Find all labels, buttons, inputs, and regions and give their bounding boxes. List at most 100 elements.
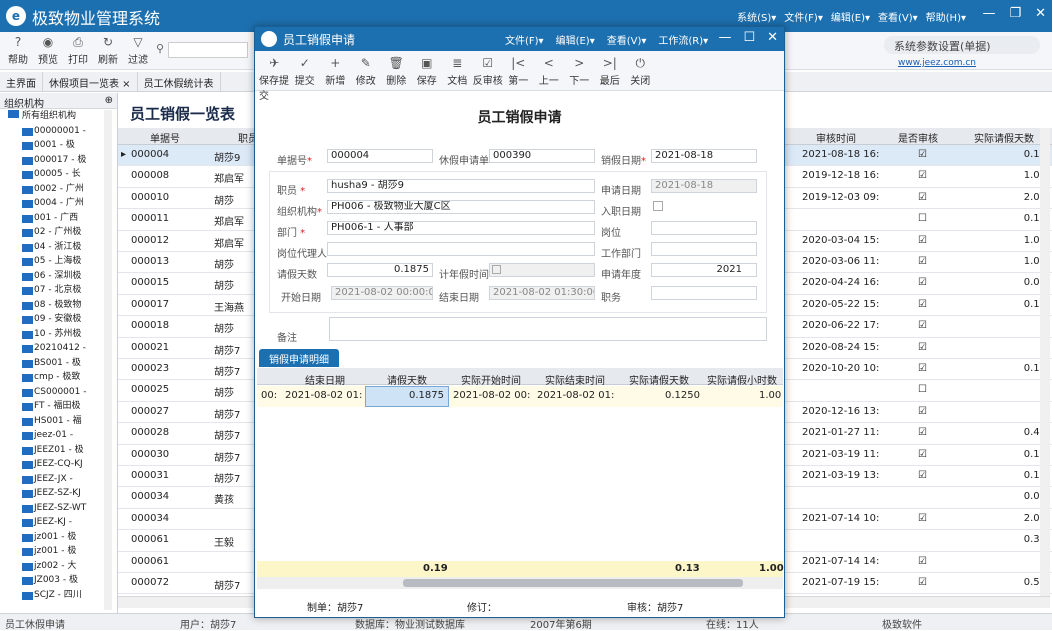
tree-item[interactable]: 04 - 浙江极 bbox=[0, 240, 117, 255]
save-submit-button[interactable]: ✈ 保存提交 bbox=[259, 56, 290, 102]
tree-item[interactable]: 00000001 - bbox=[0, 124, 117, 139]
apply-year-field[interactable]: 2021 bbox=[651, 263, 757, 277]
dialog-menu-workflow[interactable]: 工作流(R)▾ bbox=[658, 32, 708, 47]
cell-chk[interactable]: ☑ bbox=[918, 342, 927, 353]
tree-item[interactable]: SCJZ - 四川 bbox=[0, 588, 117, 603]
tree-item[interactable]: HS001 - 福 bbox=[0, 414, 117, 429]
cell-chk[interactable]: ☑ bbox=[918, 170, 927, 181]
dialog-maximize-icon[interactable]: ☐ bbox=[743, 30, 755, 45]
filter-button[interactable]: ▽ 过滤 bbox=[123, 35, 153, 66]
print-button[interactable]: ⎙ 打印 bbox=[63, 35, 93, 66]
tree-item[interactable]: 001 - 广西 bbox=[0, 211, 117, 226]
system-settings-button[interactable]: 系统参数设置(单据) bbox=[884, 36, 1040, 54]
tree-item[interactable]: 06 - 深圳极 bbox=[0, 269, 117, 284]
tree-item[interactable]: 0004 - 广州 bbox=[0, 196, 117, 211]
cell-chk[interactable]: ☑ bbox=[918, 449, 927, 460]
tree-item[interactable]: jz001 - 极 bbox=[0, 530, 117, 545]
cell-chk[interactable]: ☑ bbox=[918, 556, 927, 567]
document-button[interactable]: ≣ 文档 bbox=[442, 56, 473, 102]
dialog-menu-file[interactable]: 文件(F)▾ bbox=[505, 32, 544, 47]
leave-no-field[interactable]: 000390 bbox=[489, 149, 595, 163]
refresh-button[interactable]: ↻ 刷新 bbox=[93, 35, 123, 66]
tree-item[interactable]: jz002 - 大 bbox=[0, 559, 117, 574]
cell-chk[interactable]: ☑ bbox=[918, 470, 927, 481]
col-actual-start[interactable]: 实际开始时间 bbox=[461, 372, 521, 387]
tree-item[interactable]: 10 - 苏州极 bbox=[0, 327, 117, 342]
dialog-minimize-icon[interactable]: — bbox=[718, 30, 731, 45]
tree-item[interactable]: 0002 - 广州 bbox=[0, 182, 117, 197]
close-icon[interactable]: ✕ bbox=[1035, 6, 1046, 21]
cell-chk[interactable]: ☑ bbox=[918, 299, 927, 310]
tree-item[interactable]: cmp - 极致 bbox=[0, 370, 117, 385]
next-button[interactable]: > 下一 bbox=[564, 56, 595, 102]
cell-chk[interactable]: ☑ bbox=[918, 192, 927, 203]
col-actual-end[interactable]: 实际结束时间 bbox=[545, 372, 605, 387]
cell-chk[interactable]: ☑ bbox=[918, 235, 927, 246]
col-doc-no[interactable]: 单据号 bbox=[150, 130, 180, 145]
tree-item[interactable]: JEEZ-SZ-WT bbox=[0, 501, 117, 516]
new-button[interactable]: + 新增 bbox=[320, 56, 351, 102]
tree-item[interactable]: 05 - 上海极 bbox=[0, 254, 117, 269]
tab-home[interactable]: 主界面 bbox=[0, 72, 43, 91]
cell-chk[interactable]: ☑ bbox=[918, 320, 927, 331]
join-date-checkbox[interactable] bbox=[653, 201, 663, 211]
tree-item[interactable]: JEEZ-CQ-KJ bbox=[0, 457, 117, 472]
edit-button[interactable]: ✎ 修改 bbox=[351, 56, 382, 102]
tree-item[interactable]: FT - 福田极 bbox=[0, 399, 117, 414]
submit-button[interactable]: ✓ 提交 bbox=[290, 56, 321, 102]
col-audit-time[interactable]: 审核时间 bbox=[816, 130, 856, 145]
duty-field[interactable] bbox=[651, 286, 757, 300]
doc-no-field[interactable]: 000004 bbox=[327, 149, 433, 163]
pin-icon[interactable]: ⊕ bbox=[105, 95, 113, 106]
org-field[interactable]: PH006 - 极致物业大厦C区 bbox=[327, 200, 595, 214]
menu-file[interactable]: 文件(F)▾ bbox=[784, 9, 823, 24]
annual-leave-checkbox[interactable] bbox=[492, 265, 501, 274]
unaudit-button[interactable]: ☑ 反审核 bbox=[473, 56, 504, 102]
detail-row[interactable]: 00: 2021-08-02 01: 0.1875 2021-08-02 00:… bbox=[257, 386, 783, 407]
tree-item[interactable]: 0001 - 极 bbox=[0, 138, 117, 153]
tree-item[interactable]: 07 - 北京极 bbox=[0, 283, 117, 298]
tree-item[interactable]: 20210412 - bbox=[0, 341, 117, 356]
help-button[interactable]: ? 帮助 bbox=[3, 35, 33, 66]
tree-item[interactable]: jz001 - 极 bbox=[0, 544, 117, 559]
tree-item[interactable]: 02 - 广州极 bbox=[0, 225, 117, 240]
agent-field[interactable] bbox=[327, 242, 595, 256]
dialog-menu-edit[interactable]: 编辑(E)▾ bbox=[556, 32, 595, 47]
close-button[interactable]: ⏻ 关闭 bbox=[625, 56, 656, 102]
tree-item[interactable]: JZ003 - 极 bbox=[0, 573, 117, 588]
org-tree-scrollbar[interactable] bbox=[104, 110, 112, 610]
remark-field[interactable] bbox=[329, 317, 767, 341]
tree-item[interactable]: jeez-01 - bbox=[0, 428, 117, 443]
prev-button[interactable]: < 上一 bbox=[534, 56, 565, 102]
post-field[interactable] bbox=[651, 221, 757, 235]
dialog-close-icon[interactable]: ✕ bbox=[767, 30, 778, 45]
col-actual-days[interactable]: 实际请假天数 bbox=[629, 372, 689, 387]
tree-item[interactable]: 000017 - 极 bbox=[0, 153, 117, 168]
menu-edit[interactable]: 编辑(E)▾ bbox=[831, 9, 870, 24]
search-input[interactable] bbox=[168, 42, 248, 58]
delete-button[interactable]: 🗑 删除 bbox=[381, 56, 412, 102]
work-dept-field[interactable] bbox=[651, 242, 757, 256]
detail-horizontal-scrollbar[interactable] bbox=[257, 577, 783, 589]
cell-chk[interactable]: ☑ bbox=[918, 577, 927, 588]
employee-field[interactable]: husha9 - 胡莎9 bbox=[327, 179, 595, 193]
cell-chk[interactable]: ☑ bbox=[918, 149, 927, 160]
detail-scroll-thumb[interactable] bbox=[403, 579, 743, 587]
menu-system[interactable]: 系统(S)▾ bbox=[737, 9, 776, 24]
tree-item[interactable]: 08 - 极致物 bbox=[0, 298, 117, 313]
last-button[interactable]: >| 最后 bbox=[595, 56, 626, 102]
cell-chk[interactable]: ☑ bbox=[918, 406, 927, 417]
cancel-date-field[interactable]: 2021-08-18 bbox=[651, 149, 757, 163]
tree-item[interactable]: CS000001 - bbox=[0, 385, 117, 400]
website-link[interactable]: www.jeez.com.cn bbox=[898, 58, 976, 68]
tab-leave-items[interactable]: 休假项目一览表 × bbox=[43, 72, 138, 91]
tree-item[interactable]: JEEZ01 - 极 bbox=[0, 443, 117, 458]
col-end-date[interactable]: 结束日期 bbox=[305, 372, 345, 387]
save-button[interactable]: ▣ 保存 bbox=[412, 56, 443, 102]
cell-chk[interactable]: ☐ bbox=[918, 384, 927, 395]
cell-chk[interactable]: ☑ bbox=[918, 513, 927, 524]
cell-chk[interactable]: ☑ bbox=[918, 427, 927, 438]
col-audited[interactable]: 是否审核 bbox=[898, 130, 938, 145]
tree-item[interactable]: JEEZ-KJ - bbox=[0, 515, 117, 530]
tree-item[interactable]: BS001 - 极 bbox=[0, 356, 117, 371]
